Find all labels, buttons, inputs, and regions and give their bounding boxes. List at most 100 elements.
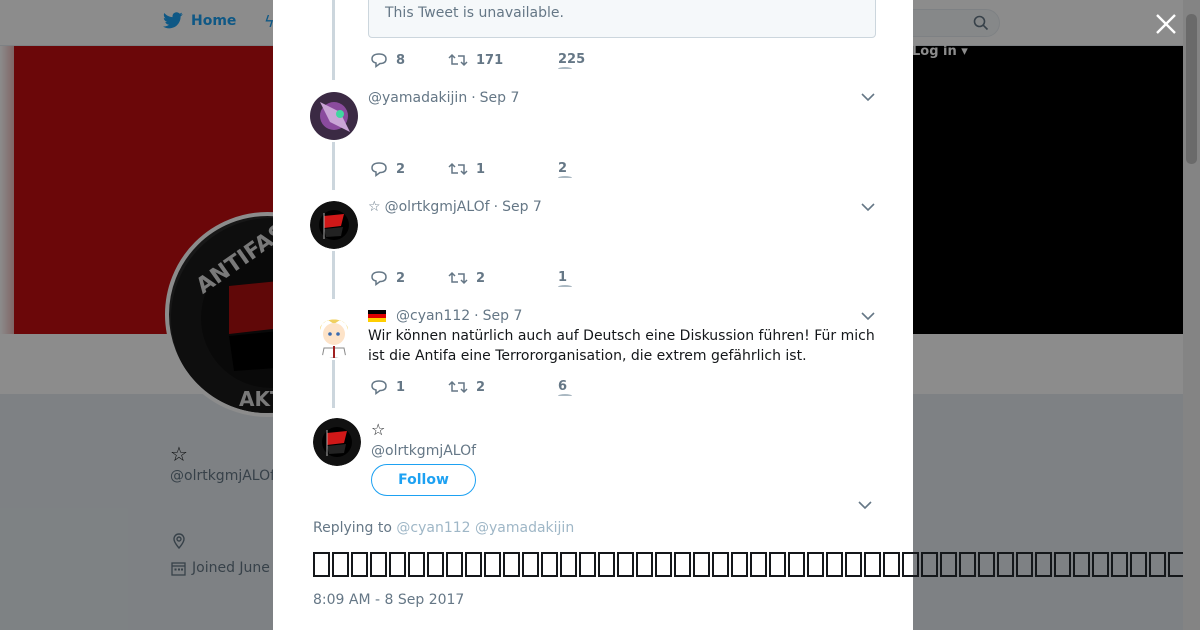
- unrendered-glyph: [674, 552, 691, 577]
- retweet-button[interactable]: 1: [448, 161, 485, 177]
- retweet-icon: [448, 380, 468, 394]
- tweet-text: Wir können natürlich auch auf Deutsch ei…: [368, 328, 875, 364]
- germany-flag-icon: [368, 310, 386, 322]
- unrendered-glyph: [788, 552, 805, 577]
- tweet-name-prefix: ☆: [368, 199, 381, 215]
- retweet-icon: [448, 53, 468, 67]
- chevron-down-icon[interactable]: [861, 202, 875, 212]
- unrendered-glyph: [655, 552, 672, 577]
- unrendered-glyph: [1054, 552, 1071, 577]
- unrendered-glyph: [1111, 552, 1128, 577]
- tweet-date[interactable]: Sep 7: [480, 90, 520, 106]
- unrendered-glyph: [389, 552, 406, 577]
- like-button[interactable]: 6: [558, 379, 572, 396]
- reply-count: 2: [396, 161, 406, 177]
- chevron-down-icon[interactable]: [861, 92, 875, 102]
- reply-icon: [371, 380, 387, 395]
- unrendered-glyph: [712, 552, 729, 577]
- avatar[interactable]: [310, 201, 358, 249]
- follow-button[interactable]: Follow: [371, 464, 476, 496]
- permalink-timestamp[interactable]: 8:09 AM - 8 Sep 2017: [313, 592, 464, 608]
- unrendered-glyph: [408, 552, 425, 577]
- reply-button[interactable]: 2: [370, 270, 405, 286]
- like-button[interactable]: 2: [558, 161, 572, 178]
- avatar[interactable]: [310, 310, 358, 358]
- unrendered-glyph: [1168, 552, 1183, 577]
- tweet-handle[interactable]: @olrtkgmjALOf: [385, 199, 490, 215]
- like-count: 1: [558, 270, 568, 285]
- heart-icon: [558, 285, 572, 289]
- unrendered-glyph: [446, 552, 463, 577]
- unrendered-glyph: [541, 552, 558, 577]
- reply-count: 8: [396, 52, 406, 68]
- unrendered-glyph: [427, 552, 444, 577]
- tweet-header: @yamadakijin · Sep 7: [368, 90, 520, 106]
- thread-line: [332, 251, 335, 299]
- unrendered-glyph: [598, 552, 615, 577]
- unrendered-glyph: [693, 552, 710, 577]
- reply-count: 2: [396, 270, 406, 286]
- unrendered-glyph: [864, 552, 881, 577]
- reply-button[interactable]: 8: [370, 52, 405, 68]
- retweet-count: 2: [476, 270, 486, 286]
- anime-avatar-image: [310, 310, 358, 358]
- like-button[interactable]: 1: [558, 270, 572, 287]
- tweet-header: @cyan112 · Sep 7: [368, 308, 522, 324]
- chevron-down-icon[interactable]: [861, 311, 875, 321]
- unrendered-glyph: [351, 552, 368, 577]
- unrendered-glyph: [560, 552, 577, 577]
- heart-icon: [558, 67, 572, 71]
- tweet-date[interactable]: Sep 7: [483, 308, 523, 324]
- unrendered-glyph: [332, 552, 349, 577]
- unrendered-glyph: [1130, 552, 1147, 577]
- unrendered-glyph: [883, 552, 900, 577]
- reply-button[interactable]: 1: [370, 379, 405, 395]
- retweet-icon: [448, 162, 468, 176]
- retweet-button[interactable]: 171: [448, 52, 503, 68]
- unrendered-glyph: [978, 552, 995, 577]
- retweet-button[interactable]: 2: [448, 270, 485, 286]
- unrendered-glyph: [1035, 552, 1052, 577]
- tweet-handle[interactable]: @yamadakijin: [368, 90, 467, 106]
- unrendered-glyph: [465, 552, 482, 577]
- unrendered-glyph: [731, 552, 748, 577]
- avatar[interactable]: [310, 92, 358, 140]
- tweet-date[interactable]: Sep 7: [502, 199, 542, 215]
- unrendered-glyph: [750, 552, 767, 577]
- heart-icon: [558, 176, 572, 180]
- replying-mention[interactable]: @yamadakijin: [475, 520, 574, 536]
- unrendered-glyph: [807, 552, 824, 577]
- like-count: 6: [558, 379, 568, 394]
- permalink-handle[interactable]: @olrtkgmjALOf: [371, 443, 476, 459]
- chevron-down-icon[interactable]: [858, 500, 872, 510]
- unrendered-glyph: [313, 552, 330, 577]
- replying-mention[interactable]: @cyan112: [396, 520, 470, 536]
- tweet-header: ☆ @olrtkgmjALOf · Sep 7: [368, 199, 542, 215]
- like-count: 225: [558, 52, 586, 67]
- retweet-button[interactable]: 2: [448, 379, 485, 395]
- retweet-count: 1: [476, 161, 486, 177]
- antifa-avatar-image: [313, 418, 361, 466]
- thread-line: [332, 0, 335, 80]
- retweet-icon: [448, 271, 468, 285]
- unrendered-glyph: [1149, 552, 1166, 577]
- unrendered-glyph: [1016, 552, 1033, 577]
- tweet-handle[interactable]: @cyan112: [396, 308, 470, 324]
- permalink-avatar[interactable]: [313, 418, 361, 466]
- thread-line: [332, 360, 335, 408]
- unrendered-glyph: [921, 552, 938, 577]
- like-button[interactable]: 225: [558, 52, 586, 69]
- unrendered-glyph: [902, 552, 919, 577]
- close-icon[interactable]: [1154, 12, 1178, 36]
- permalink-display-name[interactable]: ☆: [371, 420, 385, 439]
- unrendered-glyph: [503, 552, 520, 577]
- tweet-permalink-modal: This Tweet is unavailable. 8 171 225 @ya: [273, 0, 1183, 630]
- thread-line: [332, 142, 335, 190]
- like-count: 2: [558, 161, 568, 176]
- unrendered-glyph: [579, 552, 596, 577]
- reply-button[interactable]: 2: [370, 161, 405, 177]
- unrendered-glyph: [940, 552, 957, 577]
- permalink-tweet-text: [313, 546, 1183, 582]
- replying-to-label: Replying to: [313, 520, 392, 536]
- unrendered-glyph: [769, 552, 786, 577]
